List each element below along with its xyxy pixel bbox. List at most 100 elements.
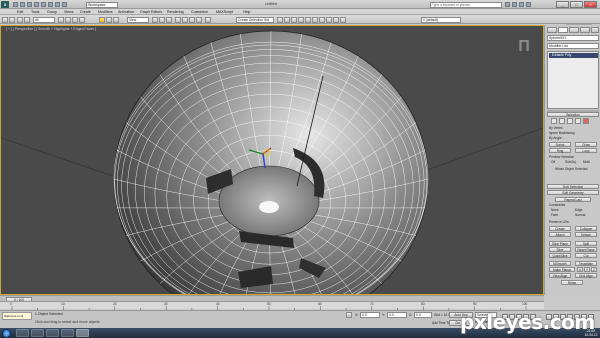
viewport-label[interactable]: [ + ] [ Perspective ] [ Smooth + Highlig… [6,27,96,31]
material-editor-icon[interactable] [319,16,325,23]
ignore-backfacing-checkbox[interactable]: Ignore Backfacing [549,131,575,135]
make-planar-button[interactable]: Make Planar [549,267,575,272]
help-icon[interactable] [526,2,531,7]
keyboard-shortcut-icon[interactable] [166,16,172,23]
lock-selection-icon[interactable] [346,312,352,318]
rendered-frame-icon[interactable] [333,16,339,23]
attach-button[interactable]: Attach [549,232,571,237]
favorites-icon[interactable] [519,2,524,7]
slice-plane-button[interactable]: Slice Plane [549,241,571,246]
pivot-center-icon[interactable] [152,16,158,23]
stack-item[interactable]: Editable Poly [549,53,598,58]
open-file-icon[interactable] [20,2,25,7]
z-coord-field[interactable]: 0.0 [414,312,432,318]
collapse-button[interactable]: Collapse [575,226,597,231]
close-icon[interactable]: × [584,1,597,8]
view-align-button[interactable]: View Align [549,273,571,278]
y-coord-field[interactable]: 0.0 [387,312,407,318]
spinner-snap-icon[interactable] [196,16,202,23]
select-and-move-icon[interactable] [99,16,105,23]
communication-center-icon[interactable] [512,2,517,7]
repeat-last-button[interactable]: Repeat Last [555,197,591,202]
viewcube-icon[interactable]: Π [513,36,535,58]
render-setup-icon[interactable] [326,16,332,23]
layer-manager-icon[interactable] [291,16,297,23]
edge-icon[interactable] [559,118,565,124]
edit-geometry-rollout[interactable]: Edit Geometry [547,190,599,195]
search-input[interactable]: Type a keyword or phrase [430,1,502,8]
quickslice-button[interactable]: QuickSlice [549,253,571,258]
reference-coord-select[interactable]: View [127,16,149,23]
relax-button[interactable]: Relax [561,280,583,285]
grid-align-button[interactable]: Grid Align [575,273,597,278]
maximize-icon[interactable]: □ [570,1,583,8]
undo-tool-icon[interactable] [2,16,8,23]
reset-plane-button[interactable]: Reset Plane [575,247,597,252]
shrink-button[interactable]: Shrink [549,142,571,147]
ring-button[interactable]: Ring [549,148,571,153]
viewport-canvas[interactable] [1,26,543,294]
perspective-viewport[interactable]: [ + ] [ Perspective ] [ Smooth + Highlig… [0,25,544,295]
preview-off-radio[interactable]: Off [551,160,555,164]
create-tab-icon[interactable] [547,27,557,33]
start-button-icon[interactable] [2,328,11,338]
hierarchy-tab-icon[interactable] [569,27,579,33]
redo-icon[interactable] [41,2,46,7]
project-folder-icon[interactable] [62,2,67,7]
media-taskbar-icon[interactable] [31,329,44,337]
preview-subobj-radio[interactable]: SubObj [565,160,576,164]
border-icon[interactable] [567,118,573,124]
link-icon[interactable] [17,16,23,23]
graphite-tools-icon[interactable] [298,16,304,23]
selection-rollout[interactable]: Selection [547,112,599,117]
slice-button[interactable]: Slice [549,247,571,252]
fetch-icon[interactable] [55,2,60,7]
constraint-face-radio[interactable]: Face [551,213,558,217]
schematic-view-icon[interactable] [312,16,318,23]
selection-filter-select[interactable]: All [33,16,55,23]
constraint-edge-radio[interactable]: Edge [575,208,582,212]
hold-icon[interactable] [48,2,53,7]
mirror-icon[interactable] [277,16,283,23]
object-name-field[interactable]: Sphere001 [547,35,599,41]
soft-selection-rollout[interactable]: Soft Selection [547,184,599,189]
display-tab-icon[interactable] [591,27,599,33]
planar-z-button[interactable]: Z [591,267,597,272]
sphere-object[interactable] [113,30,429,294]
undo-icon[interactable] [34,2,39,7]
constraint-none-radio[interactable]: None [551,208,559,212]
element-icon[interactable] [583,118,589,124]
redo-tool-icon[interactable] [9,16,15,23]
select-object-icon[interactable] [58,16,64,23]
loop-button[interactable]: Loop [575,148,597,153]
unlink-icon[interactable] [24,16,30,23]
detach-button[interactable]: Detach [575,232,597,237]
browser-taskbar-icon[interactable] [46,329,59,337]
app-logo-icon[interactable]: 3 [1,1,9,8]
preview-multi-radio[interactable]: Multi [583,160,590,164]
modify-tab-icon[interactable] [558,27,568,33]
edit-named-selection-icon[interactable] [205,16,211,23]
layer-select[interactable]: 0 (default) [421,16,461,23]
select-and-scale-icon[interactable] [113,16,119,23]
planar-x-button[interactable]: X [577,267,583,272]
polygon-icon[interactable] [575,118,581,124]
manipulate-icon[interactable] [159,16,165,23]
by-angle-checkbox[interactable]: By Angle: [549,136,562,140]
tessellate-button[interactable]: Tessellate [575,261,597,266]
photoshop-taskbar-icon[interactable] [61,329,74,337]
new-file-icon[interactable] [13,2,18,7]
grow-button[interactable]: Grow [575,142,597,147]
maxscript-listener[interactable]: Welcome to M [2,312,32,320]
explorer-taskbar-icon[interactable] [16,329,29,337]
percent-snap-icon[interactable] [189,16,195,23]
render-production-icon[interactable] [340,16,346,23]
create-button[interactable]: Create [549,226,571,231]
split-button[interactable]: Split [575,241,597,246]
cut-button[interactable]: Cut [575,253,597,258]
modifier-list-select[interactable]: Modifier List [547,43,599,49]
select-and-rotate-icon[interactable] [106,16,112,23]
save-file-icon[interactable] [27,2,32,7]
3dsmax-taskbar-icon[interactable] [76,329,89,337]
planar-y-button[interactable]: Y [584,267,590,272]
